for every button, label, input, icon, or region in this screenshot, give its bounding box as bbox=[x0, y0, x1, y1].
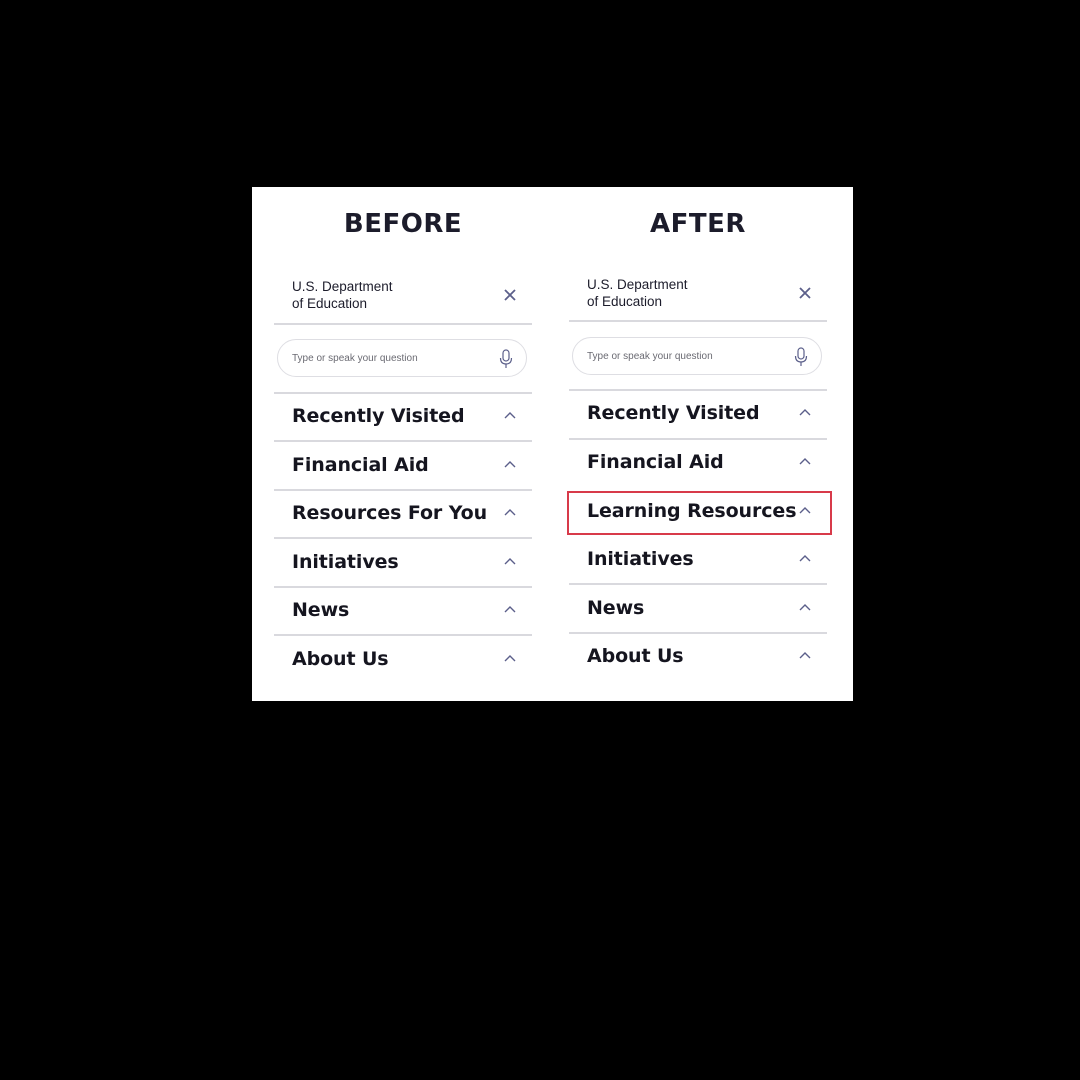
menu-item-label: Resources For You bbox=[292, 502, 487, 524]
microphone-icon[interactable] bbox=[499, 349, 513, 369]
chevron-up-icon[interactable] bbox=[504, 411, 516, 419]
chevron-up-icon[interactable] bbox=[799, 506, 811, 514]
menu-item-financial-aid[interactable]: Financial Aid bbox=[569, 439, 827, 486]
brand-line-2: of Education bbox=[587, 294, 663, 309]
menu-item-about-us[interactable]: About Us bbox=[274, 636, 532, 683]
menu-item-label: About Us bbox=[587, 645, 684, 667]
menu-item-recently-visited[interactable]: Recently Visited bbox=[569, 390, 827, 437]
menu-item-news[interactable]: News bbox=[569, 585, 827, 632]
menu-item-label: Financial Aid bbox=[292, 454, 429, 476]
brand-name: U.S. Department of Education bbox=[292, 278, 442, 312]
chevron-up-icon[interactable] bbox=[799, 603, 811, 611]
brand-line-1: U.S. Department bbox=[292, 279, 393, 294]
chevron-up-icon[interactable] bbox=[504, 605, 516, 613]
divider bbox=[274, 323, 532, 325]
comparison-card: BEFORE U.S. Department of Education Rece… bbox=[252, 187, 853, 701]
search-input[interactable] bbox=[587, 347, 777, 365]
menu-item-label: Initiatives bbox=[292, 551, 399, 573]
menu-item-label: About Us bbox=[292, 648, 389, 670]
chevron-up-icon[interactable] bbox=[799, 457, 811, 465]
close-icon[interactable] bbox=[797, 285, 813, 301]
brand-name: U.S. Department of Education bbox=[587, 276, 737, 310]
chevron-up-icon[interactable] bbox=[504, 508, 516, 516]
divider bbox=[569, 320, 827, 322]
brand-line-1: U.S. Department bbox=[587, 277, 688, 292]
microphone-icon[interactable] bbox=[794, 347, 808, 367]
search-field[interactable] bbox=[277, 339, 527, 377]
menu-item-label: Learning Resources bbox=[587, 500, 797, 522]
menu-item-label: News bbox=[292, 599, 350, 621]
chevron-up-icon[interactable] bbox=[799, 408, 811, 416]
close-icon[interactable] bbox=[502, 287, 518, 303]
brand-line-2: of Education bbox=[292, 296, 368, 311]
chevron-up-icon[interactable] bbox=[504, 557, 516, 565]
chevron-up-icon[interactable] bbox=[799, 651, 811, 659]
chevron-up-icon[interactable] bbox=[799, 554, 811, 562]
menu-item-recently-visited[interactable]: Recently Visited bbox=[274, 393, 532, 440]
menu-item-label: News bbox=[587, 597, 645, 619]
menu-item-label: Financial Aid bbox=[587, 451, 724, 473]
menu-item-about-us[interactable]: About Us bbox=[569, 633, 827, 680]
chevron-up-icon[interactable] bbox=[504, 654, 516, 662]
before-panel: BEFORE U.S. Department of Education Rece… bbox=[274, 187, 532, 701]
chevron-up-icon[interactable] bbox=[504, 460, 516, 468]
before-heading: BEFORE bbox=[343, 209, 463, 239]
after-panel: AFTER U.S. Department of Education Recen… bbox=[567, 187, 832, 701]
menu-item-financial-aid[interactable]: Financial Aid bbox=[274, 442, 532, 489]
menu-item-label: Recently Visited bbox=[587, 402, 760, 424]
menu-item-label: Initiatives bbox=[587, 548, 694, 570]
menu-item-learning-resources[interactable]: Learning Resources bbox=[569, 488, 827, 535]
menu-item-resources-for-you[interactable]: Resources For You bbox=[274, 490, 532, 537]
menu-item-initiatives[interactable]: Initiatives bbox=[274, 539, 532, 586]
menu-item-news[interactable]: News bbox=[274, 587, 532, 634]
menu-item-label: Recently Visited bbox=[292, 405, 465, 427]
after-heading: AFTER bbox=[650, 209, 746, 239]
search-field[interactable] bbox=[572, 337, 822, 375]
search-input[interactable] bbox=[292, 349, 482, 367]
menu-item-initiatives[interactable]: Initiatives bbox=[569, 536, 827, 583]
